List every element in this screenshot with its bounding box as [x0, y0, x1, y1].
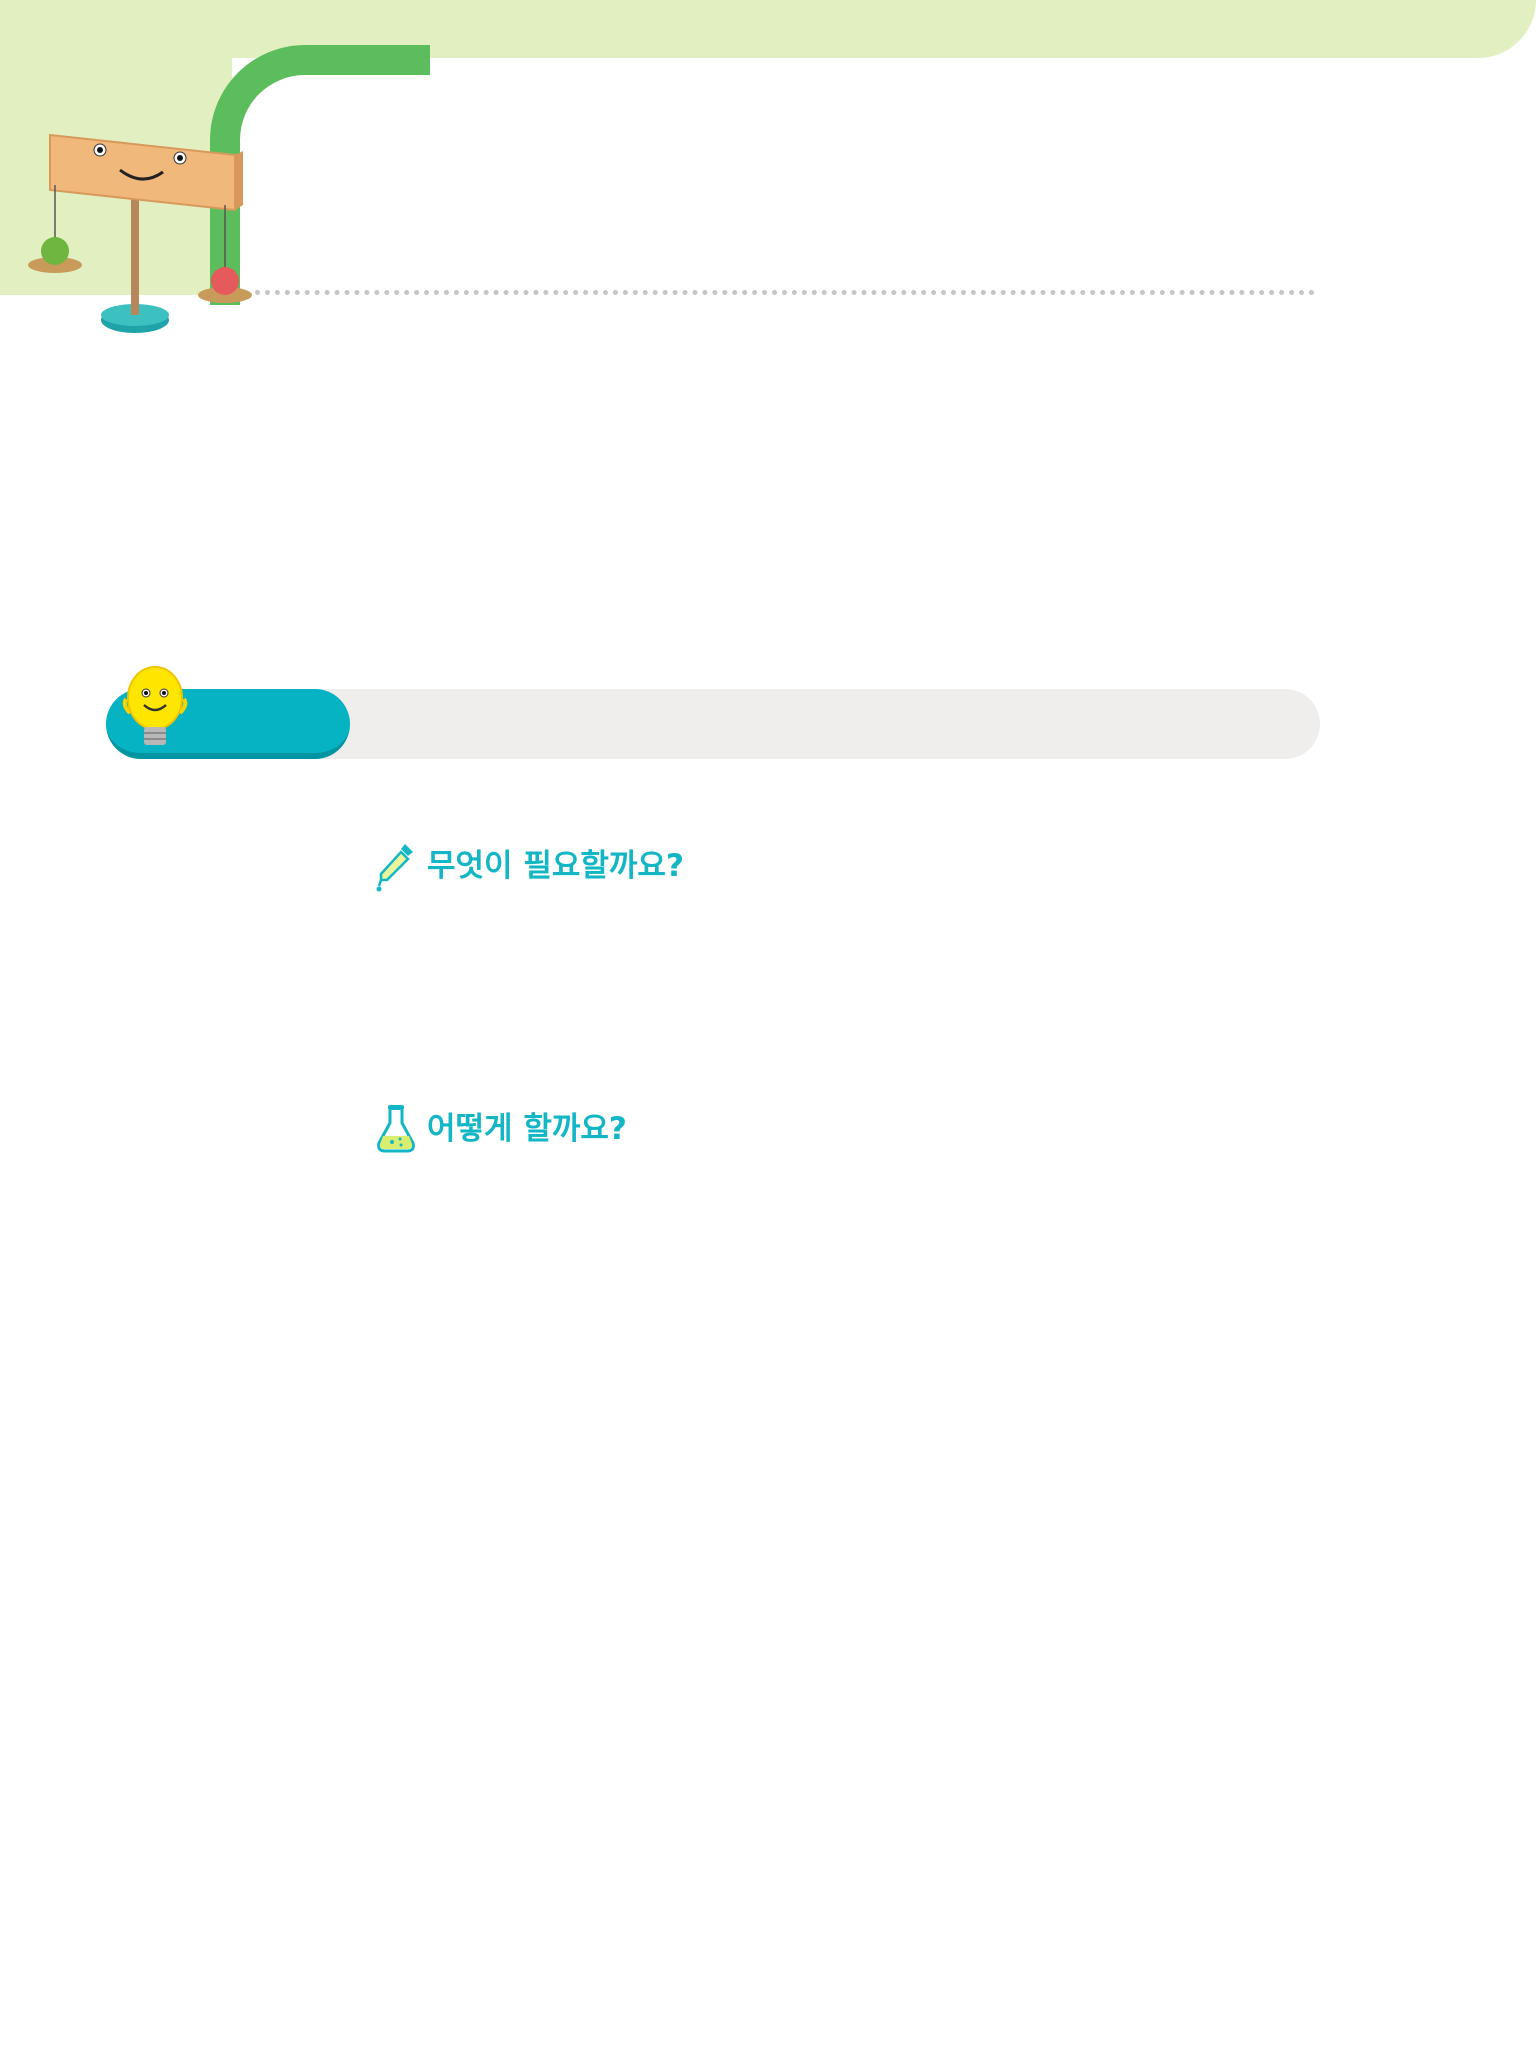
materials-heading: 무엇이 필요할까요? — [375, 840, 684, 892]
balance-scale-mascot-icon — [28, 133, 252, 333]
header-dotted-line — [255, 290, 1315, 295]
materials-heading-label: 무엇이 필요할까요? — [427, 848, 684, 884]
procedure-heading: 어떻게 할까요? — [375, 1103, 627, 1155]
flask-icon — [377, 1105, 415, 1153]
dropper-icon — [376, 844, 413, 892]
lightbulb-mascot-icon — [122, 666, 188, 745]
procedure-heading-label: 어떻게 할까요? — [427, 1111, 627, 1147]
header-green-arc-cap — [400, 45, 430, 75]
